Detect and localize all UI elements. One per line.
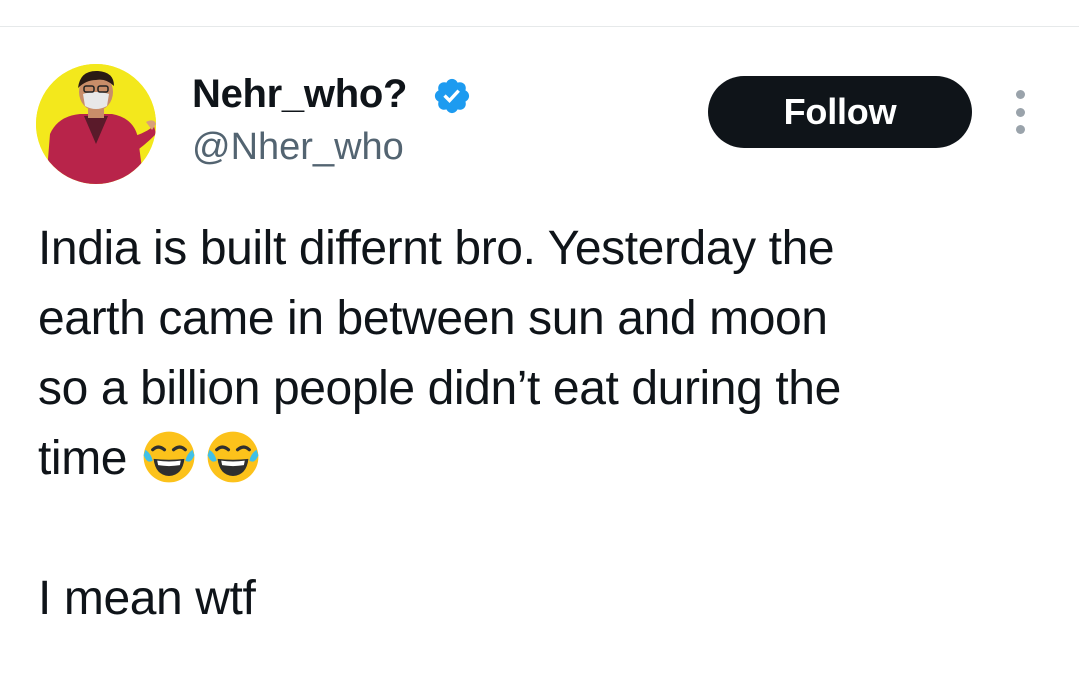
user-avatar-photo <box>36 64 156 184</box>
display-name[interactable]: Nehr_who? <box>192 70 407 118</box>
top-divider <box>0 26 1079 27</box>
dot <box>1015 107 1025 117</box>
tweet-line: I mean wtf <box>38 572 256 625</box>
tweet-page: Nehr_who? @Nher_who Follow India is buil… <box>0 0 1079 676</box>
tweet-line: earth came in between sun and moon <box>38 292 828 345</box>
tweet-line: time <box>38 432 128 485</box>
face-with-tears-of-joy-icon <box>207 431 259 483</box>
tweet-line-with-emoji: time <box>38 424 1038 494</box>
tweet-line: so a billion people didn’t eat during th… <box>38 362 841 415</box>
dot <box>1015 90 1025 99</box>
user-handle[interactable]: @Nher_who <box>192 124 404 170</box>
tweet-line: India is built differnt bro. Yesterday t… <box>38 222 835 275</box>
follow-button[interactable]: Follow <box>708 76 972 148</box>
verified-badge-icon <box>434 78 470 114</box>
tweet-text: India is built differnt bro. Yesterday t… <box>38 214 1038 634</box>
more-options-icon[interactable] <box>1010 90 1030 134</box>
avatar[interactable] <box>36 64 156 184</box>
dot <box>1015 125 1025 134</box>
face-with-tears-of-joy-icon <box>143 431 195 483</box>
